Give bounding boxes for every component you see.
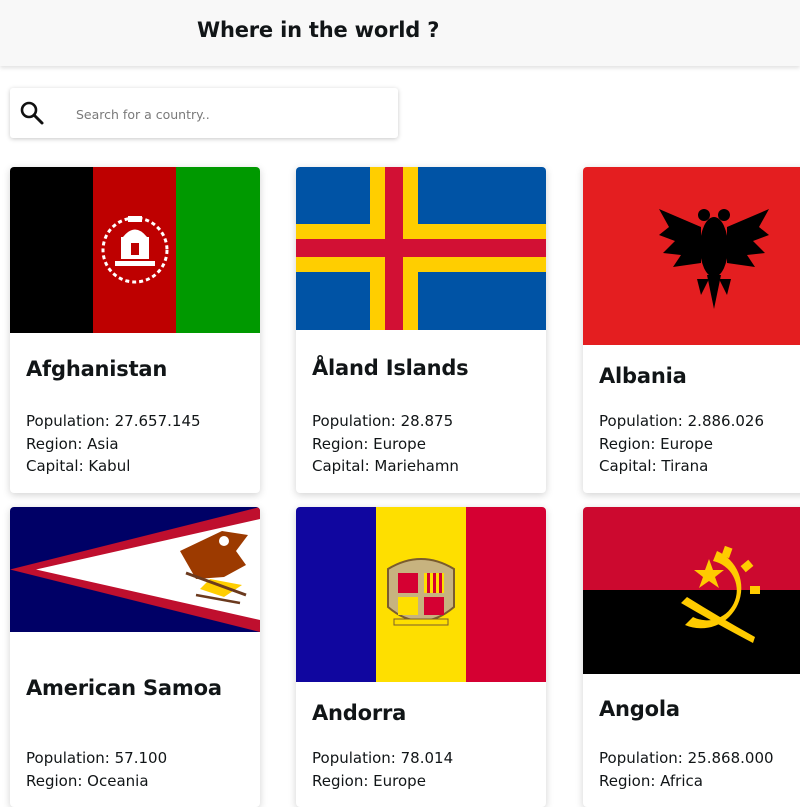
population-row: Population: 78.014 [312, 749, 454, 767]
aland-islands-flag [296, 167, 546, 330]
search-icon[interactable] [19, 100, 45, 126]
country-name: Angola [599, 697, 680, 721]
country-card-american-samoa[interactable]: American Samoa Population: 57.100 Region… [10, 507, 260, 807]
search-input[interactable] [74, 102, 378, 126]
region-row: Region: Europe [599, 434, 713, 453]
region-row: Region: Europe [312, 434, 426, 453]
capital-row: Capital: Kabul [26, 457, 131, 475]
region-row: Region: Africa [599, 771, 703, 790]
population-row: Population: 25.868.000 [599, 749, 774, 767]
afghanistan-flag [10, 167, 260, 333]
page-title: Where in the world ? [197, 18, 440, 42]
angola-flag [583, 507, 800, 674]
search-bar[interactable] [10, 88, 398, 138]
country-name: American Samoa [26, 676, 222, 700]
country-card-angola[interactable]: Angola Population: 25.868.000 Region: Af… [583, 507, 800, 807]
region-row: Region: Oceania [26, 771, 149, 790]
population-row: Population: 57.100 [26, 749, 168, 767]
country-card-aland-islands[interactable]: Åland Islands Population: 28.875 Region:… [296, 167, 546, 493]
population-row: Population: 28.875 [312, 412, 454, 430]
country-name: Afghanistan [26, 357, 168, 381]
region-row: Region: Europe [312, 771, 426, 790]
albania-flag [583, 167, 800, 345]
american-samoa-flag [10, 507, 260, 632]
country-card-andorra[interactable]: Andorra Population: 78.014 Region: Europ… [296, 507, 546, 807]
population-row: Population: 2.886.026 [599, 412, 764, 430]
country-card-albania[interactable]: Albania Population: 2.886.026 Region: Eu… [583, 167, 800, 493]
country-name: Andorra [312, 701, 407, 725]
andorra-flag [296, 507, 546, 682]
country-name: Åland Islands [312, 356, 469, 380]
country-card-afghanistan[interactable]: Afghanistan Population: 27.657.145 Regio… [10, 167, 260, 493]
app-header: Where in the world ? [0, 0, 800, 66]
population-row: Population: 27.657.145 [26, 412, 201, 430]
capital-row: Capital: Tirana [599, 457, 709, 475]
region-row: Region: Asia [26, 434, 119, 453]
capital-row: Capital: Mariehamn [312, 457, 459, 475]
country-name: Albania [599, 364, 687, 388]
